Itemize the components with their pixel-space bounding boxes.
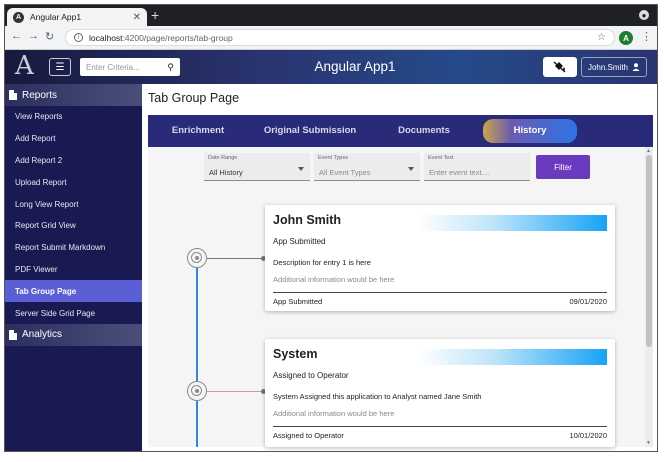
tab-enrichment[interactable]: Enrichment [148, 115, 248, 147]
date-range-label: Date Range [208, 155, 238, 161]
sidebar-section-label: Reports [22, 89, 58, 101]
back-arrow-icon[interactable]: ← [11, 30, 22, 42]
tab-original-submission[interactable]: Original Submission [248, 115, 372, 147]
profile-avatar[interactable]: A [619, 31, 633, 45]
card-footer-event: Assigned to Operator [273, 431, 344, 440]
card-description: Description for entry 1 is here [273, 258, 371, 267]
new-tab-button[interactable]: + [151, 7, 159, 23]
app-header: A ☰ ⚲ Angular App1 John.Smith [5, 50, 657, 84]
card-author: System [273, 347, 318, 361]
card-footer-date: 09/01/2020 [569, 297, 607, 306]
search-icon[interactable]: ⚲ [167, 62, 174, 73]
browser-tab-strip: A Angular App1 ✕ + ● [5, 5, 657, 26]
sidebar-item-add-report-2[interactable]: Add Report 2 [5, 150, 142, 172]
sidebar-item-view-reports[interactable]: View Reports [5, 106, 142, 128]
document-icon [9, 329, 17, 340]
close-tab-icon[interactable]: ✕ [133, 12, 141, 23]
window-menu-icon[interactable]: ● [639, 10, 649, 20]
angular-favicon-icon: A [13, 11, 24, 23]
card-footer-event: App Submitted [273, 297, 323, 306]
reload-icon[interactable]: ↻ [45, 30, 54, 43]
url-text[interactable]: localhost:4200/page/reports/tab-group [89, 33, 597, 43]
event-text-input[interactable]: Event Text Enter event text.... [424, 153, 530, 181]
scroll-up-icon[interactable]: ▲ [646, 148, 651, 154]
timeline-line [196, 257, 198, 447]
browser-toolbar: ← → ↻ i localhost:4200/page/reports/tab-… [5, 26, 657, 50]
sidebar-item-tab-group-page[interactable]: Tab Group Page [5, 280, 142, 303]
history-card: System Assigned to Operator System Assig… [265, 339, 615, 447]
card-additional-info: Additional information would be here [273, 409, 395, 418]
history-card: John Smith App Submitted Description for… [265, 205, 615, 311]
card-divider [273, 426, 607, 427]
hamburger-icon: ☰ [55, 61, 65, 73]
dropdown-arrow-icon [298, 167, 304, 171]
tab-group: Enrichment Original Submission Documents… [148, 115, 653, 147]
bookmark-star-icon[interactable]: ☆ [597, 32, 606, 43]
address-bar[interactable]: i localhost:4200/page/reports/tab-group … [65, 29, 615, 46]
document-icon [9, 90, 17, 100]
card-event-title: Assigned to Operator [273, 371, 349, 380]
tab-documents[interactable]: Documents [372, 115, 476, 147]
panel-scrollbar[interactable]: ▲ ▼ [645, 147, 653, 447]
card-footer-date: 10/01/2020 [569, 431, 607, 440]
date-range-select[interactable]: Date Range All History [204, 153, 310, 181]
search-input[interactable] [86, 62, 168, 72]
sidebar-section-reports[interactable]: Reports [5, 84, 142, 106]
tab-history[interactable]: History [483, 119, 577, 143]
sidebar-item-server-side-grid-page[interactable]: Server Side Grid Page [5, 302, 142, 324]
sidebar-item-long-view-report[interactable]: Long View Report [5, 193, 142, 215]
browser-tab-title: Angular App1 [30, 12, 82, 22]
timeline-node-icon [187, 248, 207, 268]
main-content: Tab Group Page Enrichment Original Submi… [142, 84, 657, 451]
timeline-connector [207, 389, 266, 394]
card-description: System Assigned this application to Anal… [273, 392, 482, 401]
header-search[interactable]: ⚲ [80, 58, 180, 76]
card-event-title: App Submitted [273, 237, 326, 246]
browser-tab[interactable]: A Angular App1 ✕ [7, 8, 147, 26]
filter-button[interactable]: Filter [536, 155, 590, 179]
sidebar-item-pdf-viewer[interactable]: PDF Viewer [5, 259, 142, 281]
sidebar-item-report-submit-markdown[interactable]: Report Submit Markdown [5, 237, 142, 259]
event-text-placeholder: Enter event text.... [429, 168, 490, 177]
sidebar-item-report-grid-view[interactable]: Report Grid View [5, 215, 142, 237]
browser-window: A Angular App1 ✕ + ● ← → ↻ i localhost:4… [4, 4, 658, 452]
scroll-down-icon[interactable]: ▼ [646, 440, 651, 446]
timeline-connector [207, 256, 266, 261]
date-range-value: All History [209, 168, 243, 177]
card-additional-info: Additional information would be here [273, 275, 395, 284]
card-divider [273, 292, 607, 293]
card-author: John Smith [273, 213, 342, 227]
sidebar-item-add-report[interactable]: Add Report [5, 128, 142, 150]
sidebar-section-label: Analytics [22, 329, 63, 341]
app-title: Angular App1 [314, 59, 396, 74]
site-info-icon[interactable]: i [74, 33, 83, 42]
sidebar: Reports View Reports Add Report Add Repo… [5, 84, 142, 451]
event-types-placeholder: All Event Types [319, 168, 371, 177]
angular-logo: A [15, 51, 34, 81]
event-types-select[interactable]: Event Types All Event Types [314, 153, 420, 181]
browser-menu-icon[interactable]: ⋮ [641, 30, 652, 43]
card-header-gradient [417, 215, 607, 231]
sidebar-item-upload-report[interactable]: Upload Report [5, 171, 142, 193]
timeline-node-icon [187, 381, 207, 401]
user-name: John.Smith [587, 62, 629, 72]
page-title: Tab Group Page [148, 91, 240, 105]
paint-bucket-icon [553, 61, 566, 73]
user-menu-button[interactable]: John.Smith [581, 57, 647, 77]
scrollbar-thumb[interactable] [646, 155, 652, 347]
menu-toggle-button[interactable]: ☰ [49, 58, 71, 76]
dropdown-arrow-icon [408, 167, 414, 171]
forward-arrow-icon[interactable]: → [28, 30, 39, 42]
sidebar-section-analytics[interactable]: Analytics [5, 323, 142, 346]
event-types-label: Event Types [318, 155, 349, 161]
card-header-gradient [417, 349, 607, 365]
theme-button[interactable] [543, 57, 577, 77]
person-icon [632, 63, 640, 71]
event-text-label: Event Text [428, 155, 454, 161]
history-panel: Date Range All History Event Types All E… [148, 147, 653, 447]
